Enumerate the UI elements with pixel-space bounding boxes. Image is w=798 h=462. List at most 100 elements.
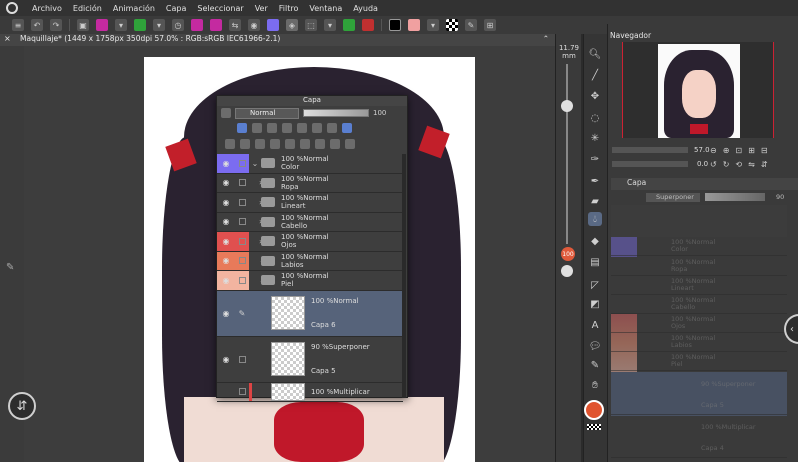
delete-layer-icon[interactable] bbox=[345, 139, 355, 149]
layer-popup-scrollbar[interactable] bbox=[402, 154, 406, 398]
eye-icon[interactable]: ◉ bbox=[217, 291, 235, 336]
zoom-icon[interactable]: 🔍︎ bbox=[588, 47, 602, 61]
right-layer-row[interactable]: 100 %Normal Ojos bbox=[611, 314, 787, 333]
eye-icon[interactable]: ◉ bbox=[217, 154, 235, 173]
blend-icon[interactable]: 💧︎ bbox=[588, 212, 602, 226]
right-layer-row[interactable]: 90 %Superponer Capa 5 bbox=[611, 375, 787, 415]
green-gear-icon[interactable] bbox=[134, 19, 146, 31]
lock-icon[interactable] bbox=[235, 154, 249, 173]
right-layer-row[interactable]: 100 %Normal Ropa bbox=[611, 257, 787, 276]
eye-icon[interactable]: ◉ bbox=[217, 193, 235, 212]
text-icon[interactable]: A bbox=[588, 318, 602, 332]
frame-icon[interactable]: ◸ bbox=[588, 278, 602, 292]
dropdown-icon[interactable]: ▾ bbox=[153, 19, 165, 31]
opacity-slider[interactable] bbox=[303, 109, 369, 117]
layer-panel-opacity[interactable]: 90 bbox=[776, 193, 784, 201]
flip-h-icon[interactable]: ⇋ bbox=[748, 160, 755, 169]
grid-icon[interactable]: ⊟ bbox=[761, 146, 768, 155]
menu-filtro[interactable]: Filtro bbox=[279, 4, 299, 13]
eye-icon[interactable]: ◉ bbox=[217, 232, 235, 251]
magic-wand-icon[interactable]: ✳ bbox=[588, 131, 602, 145]
eye-icon[interactable]: ◉ bbox=[248, 19, 260, 31]
layer-row-labios[interactable]: ◉ ⌄ 100 %NormalLabios bbox=[217, 251, 403, 271]
chevron-down-icon[interactable]: ⌄ bbox=[249, 256, 266, 265]
layer-row-piel[interactable]: ◉ ⌄ 100 %NormalPiel bbox=[217, 271, 403, 291]
close-icon[interactable]: × bbox=[4, 34, 11, 43]
move-icon[interactable]: ✥ bbox=[588, 89, 602, 103]
layer-row-capa5[interactable]: ◉ 90 %Superponer Capa 5 bbox=[217, 337, 403, 383]
lock-icon[interactable] bbox=[235, 193, 249, 212]
eraser-icon[interactable]: ▰ bbox=[588, 194, 602, 208]
fit-icon[interactable]: ⊞ bbox=[748, 146, 755, 155]
right-layer-row[interactable]: 100 %Normal Labios bbox=[611, 333, 787, 352]
right-layer-row[interactable]: 100 %Normal Lineart bbox=[611, 276, 787, 295]
size-badge[interactable]: 100 bbox=[561, 247, 575, 261]
layers-icon[interactable]: ◈ bbox=[286, 19, 298, 31]
menu-ayuda[interactable]: Ayuda bbox=[353, 4, 378, 13]
navigator-preview[interactable] bbox=[658, 44, 740, 138]
apply-mask-icon[interactable] bbox=[330, 139, 340, 149]
eye-icon[interactable]: ◉ bbox=[217, 337, 235, 382]
red-grid-icon[interactable] bbox=[362, 19, 374, 31]
layer-row-ojos[interactable]: ◉ › 100 %NormalOjos bbox=[217, 232, 403, 252]
menu-animacion[interactable]: Animación bbox=[113, 4, 155, 13]
combine-icon[interactable] bbox=[300, 139, 310, 149]
opacity-value[interactable]: 100 bbox=[373, 109, 386, 117]
rotation-value[interactable]: 0.0 bbox=[697, 160, 708, 168]
reference-icon[interactable] bbox=[252, 123, 262, 133]
layer-row-lineart[interactable]: ◉ › 100 %NormalLineart bbox=[217, 193, 403, 213]
chevron-down-icon[interactable]: ⌄ bbox=[249, 159, 261, 168]
gradient-icon[interactable]: ▤ bbox=[588, 255, 602, 269]
chevron-right-icon[interactable]: › bbox=[249, 178, 262, 187]
zoom-slider[interactable] bbox=[612, 147, 688, 153]
zoom-value[interactable]: 57.0 bbox=[694, 146, 710, 154]
ruler-icon[interactable] bbox=[327, 123, 337, 133]
right-layer-row[interactable]: 100 %Normal Color bbox=[611, 237, 787, 256]
lock-icon[interactable] bbox=[235, 337, 249, 382]
clip-icon[interactable] bbox=[237, 123, 247, 133]
layer-view-icon[interactable]: ▣ bbox=[77, 19, 89, 31]
navigation-toggle-button[interactable]: ⇵ bbox=[8, 392, 36, 420]
new-raster-icon[interactable] bbox=[240, 139, 250, 149]
green-square-icon[interactable] bbox=[343, 19, 355, 31]
blend-mode-select[interactable]: Normal bbox=[235, 107, 299, 119]
fill-icon[interactable]: ◆ bbox=[588, 234, 602, 248]
chevron-right-icon[interactable]: › bbox=[249, 217, 262, 226]
lock-icon[interactable] bbox=[235, 232, 249, 251]
lock-transparency-icon[interactable] bbox=[297, 123, 307, 133]
right-layer-row[interactable]: 100 %Normal Piel bbox=[611, 352, 787, 371]
pen-icon[interactable]: ✎ bbox=[235, 291, 249, 336]
magenta-tool-2-icon[interactable] bbox=[210, 19, 222, 31]
actual-size-icon[interactable]: ⊡ bbox=[735, 146, 742, 155]
eye-icon[interactable]: ◉ bbox=[217, 213, 235, 232]
chevron-right-icon[interactable]: › bbox=[249, 237, 262, 246]
magenta-tool-icon[interactable] bbox=[191, 19, 203, 31]
transparent-color-icon[interactable] bbox=[587, 424, 601, 430]
new-folder-icon[interactable] bbox=[270, 139, 280, 149]
eyedropper-icon[interactable]: ✑ bbox=[588, 152, 602, 166]
figure-icon[interactable]: ◩ bbox=[588, 297, 602, 311]
main-color-swatch[interactable] bbox=[584, 400, 604, 420]
opacity-slider-knob[interactable] bbox=[561, 265, 573, 277]
pink-square-icon[interactable] bbox=[408, 19, 420, 31]
lasso-icon[interactable]: ◌ bbox=[588, 111, 602, 125]
correct-line-icon[interactable]: ✎ bbox=[588, 358, 602, 372]
layer-panel-blend-mode[interactable]: Superponer bbox=[646, 193, 700, 202]
zoom-in-icon[interactable]: ⊕ bbox=[723, 146, 730, 155]
right-layer-row[interactable]: 100 %Multiplicar Capa 4 bbox=[611, 418, 787, 458]
hamburger-icon[interactable]: ≡ bbox=[12, 19, 24, 31]
layer-row-ropa[interactable]: ◉ › 100 %NormalRopa bbox=[217, 174, 403, 193]
brush-size-slider-knob[interactable] bbox=[561, 100, 573, 112]
sync-icon[interactable]: ⇆ bbox=[229, 19, 241, 31]
mask-add-icon[interactable] bbox=[315, 139, 325, 149]
menu-seleccionar[interactable]: Seleccionar bbox=[197, 4, 243, 13]
lock-icon[interactable] bbox=[235, 383, 249, 402]
checker-icon[interactable] bbox=[446, 19, 458, 31]
dropdown-icon[interactable]: ▾ bbox=[324, 19, 336, 31]
eyedropper-icon[interactable]: ✎ bbox=[465, 19, 477, 31]
mask-icon[interactable] bbox=[312, 123, 322, 133]
balloon-icon[interactable]: 💬︎ bbox=[588, 339, 602, 353]
layer-color-icon[interactable] bbox=[221, 108, 231, 118]
black-square-icon[interactable] bbox=[389, 19, 401, 31]
menu-ventana[interactable]: Ventana bbox=[309, 4, 342, 13]
